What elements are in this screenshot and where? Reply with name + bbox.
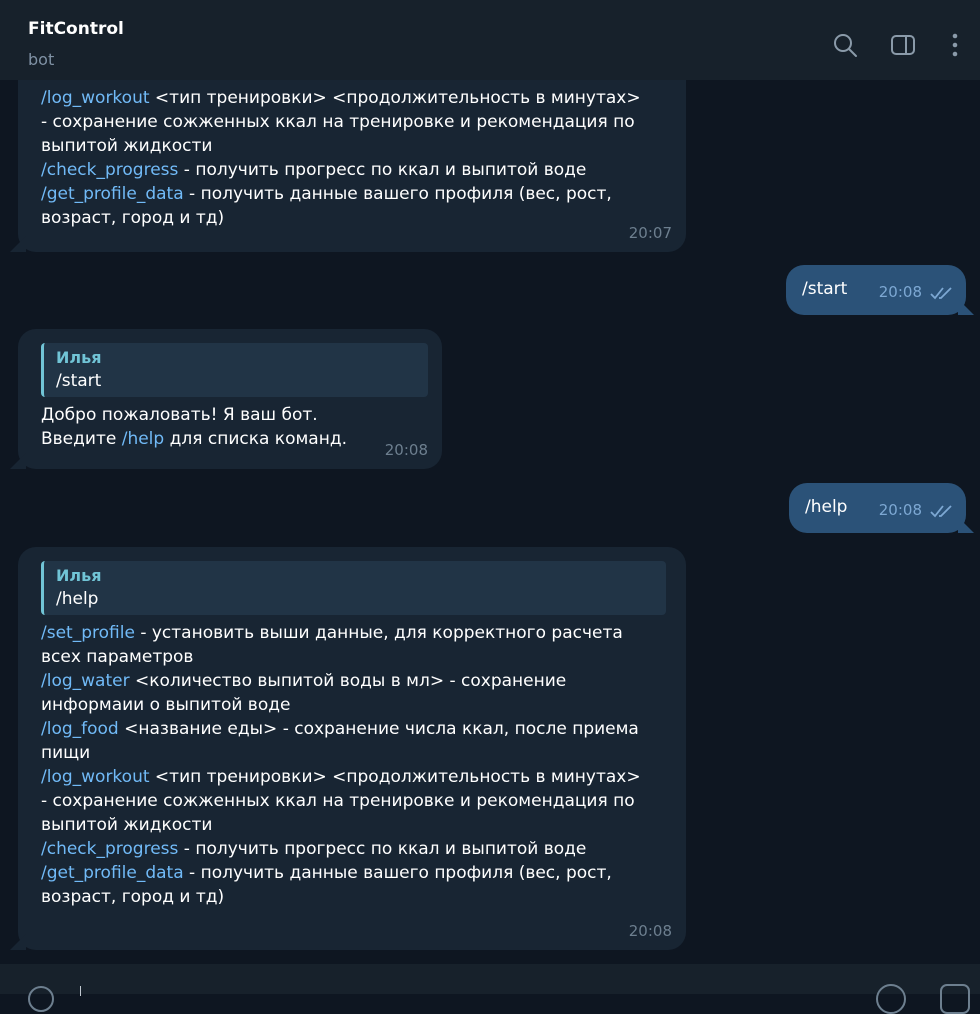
command-text: /start xyxy=(802,279,848,299)
message-line: возраст, город и тд) xyxy=(41,208,225,228)
message-line: информаии о выпитой воде xyxy=(41,695,291,715)
message-list[interactable]: /log_workout <тип тренировки> <продолжит… xyxy=(0,80,980,964)
outgoing-message[interactable]: /help 20:08 xyxy=(789,483,974,533)
message-composer xyxy=(0,964,980,1014)
emoji-icon[interactable] xyxy=(876,984,906,1014)
message-line: Введите /help для списка команд. xyxy=(41,429,347,449)
message-line: /check_progress - получить прогресс по к… xyxy=(41,160,587,180)
quote-author: Илья xyxy=(56,566,102,585)
message-time: 20:07 xyxy=(628,224,672,242)
bot-menu-icon[interactable] xyxy=(940,984,970,1014)
command-link[interactable]: /log_water xyxy=(41,671,130,691)
sidebar-toggle-icon[interactable] xyxy=(890,32,916,58)
message-line: /log_workout <тип тренировки> <продолжит… xyxy=(41,88,641,108)
quote-text: /help xyxy=(56,589,99,609)
message-line: /check_progress - получить прогресс по к… xyxy=(41,839,587,859)
message-line: Добро пожаловать! Я ваш бот. xyxy=(41,405,318,425)
chat-subtitle: bot xyxy=(28,50,55,69)
message-line: выпитой жидкости xyxy=(41,136,213,156)
command-link[interactable]: /get_profile_data xyxy=(41,184,184,204)
command-link[interactable]: /log_workout xyxy=(41,88,150,108)
incoming-message[interactable]: Илья /help /set_profile - установить выш… xyxy=(10,547,686,950)
message-line: пищи xyxy=(41,743,91,763)
message-time: 20:08 xyxy=(879,280,954,304)
command-link[interactable]: /check_progress xyxy=(41,839,178,859)
message-time: 20:08 xyxy=(384,441,428,459)
bubble-tail xyxy=(10,453,26,469)
message-line: /log_food <название еды> - сохранение чи… xyxy=(41,719,639,739)
message-line: /log_workout <тип тренировки> <продолжит… xyxy=(41,767,641,787)
help-command-link[interactable]: /help xyxy=(122,429,164,449)
message-time: 20:08 xyxy=(879,498,954,522)
outgoing-message[interactable]: /start 20:08 xyxy=(786,265,974,315)
message-line: выпитой жидкости xyxy=(41,815,213,835)
reply-quote[interactable]: Илья /help xyxy=(41,561,666,615)
search-icon[interactable] xyxy=(832,32,858,58)
quote-author: Илья xyxy=(56,348,102,367)
message-line: всех параметров xyxy=(41,647,194,667)
attach-icon[interactable] xyxy=(28,986,54,1012)
message-line: /get_profile_data - получить данные ваше… xyxy=(41,184,612,204)
bubble-tail xyxy=(10,236,26,252)
message-line: - сохранение сожженных ккал на тренировк… xyxy=(41,112,635,132)
chat-title[interactable]: FitControl xyxy=(28,19,124,39)
message-line: - сохранение сожженных ккал на тренировк… xyxy=(41,791,635,811)
command-link[interactable]: /log_workout xyxy=(41,767,150,787)
reply-quote[interactable]: Илья /start xyxy=(41,343,428,397)
incoming-message[interactable]: Илья /start Добро пожаловать! Я ваш бот.… xyxy=(10,329,442,469)
message-line: /get_profile_data - получить данные ваше… xyxy=(41,863,612,883)
chat-header: FitControl bot xyxy=(0,0,980,80)
double-check-icon xyxy=(930,504,952,517)
bubble-tail xyxy=(958,517,974,533)
message-line: возраст, город и тд) xyxy=(41,887,225,907)
quote-text: /start xyxy=(56,371,102,391)
message-line: /log_water <количество выпитой воды в мл… xyxy=(41,671,567,691)
command-link[interactable]: /set_profile xyxy=(41,623,135,643)
command-link[interactable]: /get_profile_data xyxy=(41,863,184,883)
bubble-tail xyxy=(958,299,974,315)
bubble-tail xyxy=(10,934,26,950)
message-time: 20:08 xyxy=(628,922,672,940)
more-vertical-icon[interactable] xyxy=(948,32,962,58)
incoming-message[interactable]: /log_workout <тип тренировки> <продолжит… xyxy=(10,80,686,252)
command-link[interactable]: /log_food xyxy=(41,719,119,739)
message-input[interactable] xyxy=(80,986,81,996)
double-check-icon xyxy=(930,286,952,299)
message-line: /set_profile - установить выши данные, д… xyxy=(41,623,623,643)
command-link[interactable]: /check_progress xyxy=(41,160,178,180)
command-text: /help xyxy=(805,497,848,517)
